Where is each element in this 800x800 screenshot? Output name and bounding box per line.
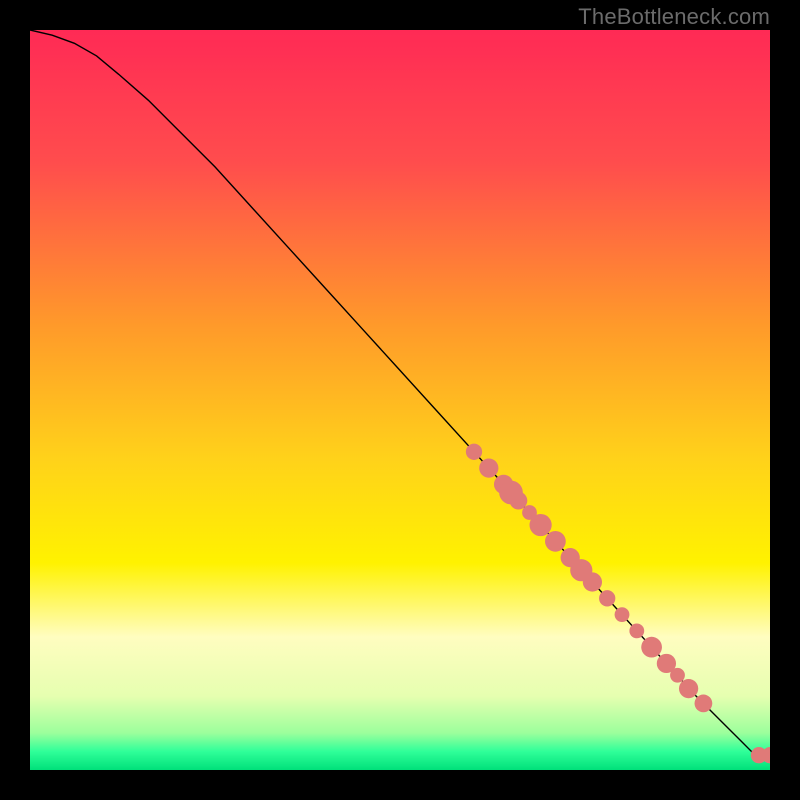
attribution-label: TheBottleneck.com (578, 4, 770, 30)
scatter-point (466, 444, 482, 460)
chart-stage: TheBottleneck.com (0, 0, 800, 800)
scatter-point (583, 572, 602, 591)
scatter-point (615, 607, 630, 622)
scatter-point (695, 695, 713, 713)
scatter-point (599, 590, 615, 606)
scatter-point (641, 637, 662, 658)
scatter-point (679, 679, 698, 698)
scatter-point (545, 531, 566, 552)
scatter-point (530, 514, 552, 536)
chart-plot (30, 30, 770, 770)
scatter-point (479, 458, 498, 477)
scatter-point (510, 492, 528, 510)
scatter-point (629, 623, 644, 638)
scatter-point (670, 668, 685, 683)
